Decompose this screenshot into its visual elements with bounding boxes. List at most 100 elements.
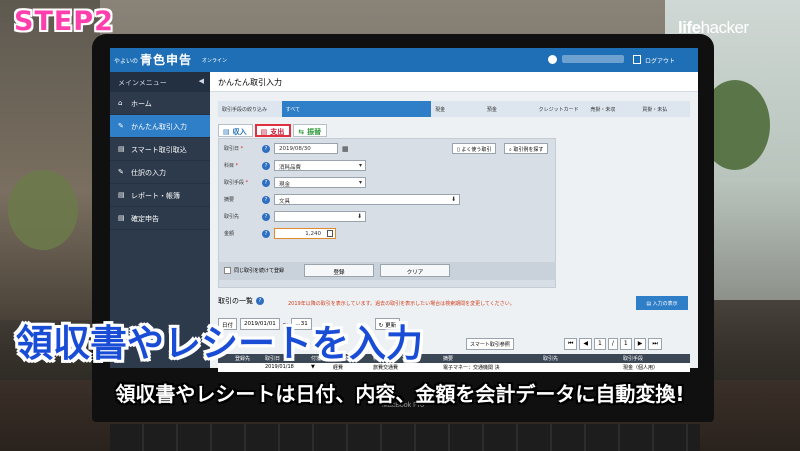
cell-summary: 電子マネー：交通機関 決 xyxy=(443,365,500,371)
step-badge: STEP2 xyxy=(14,6,114,37)
brand-online: オンライン xyxy=(202,58,228,64)
date-input[interactable]: 2019/08/30 xyxy=(274,143,338,154)
filter-receivable[interactable]: 売掛・未収 xyxy=(586,101,638,117)
sidebar-item-tax-return[interactable]: ▤ 確定申告 xyxy=(110,207,210,230)
first-page-button[interactable]: ⏮ xyxy=(564,338,578,350)
calculator-icon[interactable] xyxy=(327,230,333,237)
import-icon: ▤ xyxy=(118,145,125,153)
home-icon: ⌂ xyxy=(118,99,123,107)
help-icon[interactable]: ? xyxy=(256,297,264,305)
sidebar-item-smart-import[interactable]: ▤ スマート取引取込 xyxy=(110,138,210,161)
search-examples-button[interactable]: ⌕ 取引例を探す xyxy=(504,143,549,154)
sidebar-item-label: 仕訳の入力 xyxy=(131,169,166,177)
amount-row: 金額 ? 1,240 xyxy=(224,228,336,239)
journal-icon: ✎ xyxy=(118,168,124,176)
entry-tabs: ▤ 収入 ▤ 支出 ⇆ 振替 xyxy=(218,124,328,137)
favorite-transactions-button[interactable]: ▯ よく使う取引 xyxy=(452,143,497,154)
list-notice: 2019年以降の取引を表示しています。過去の取引を表示したい場合は検索期間を変更… xyxy=(288,301,515,307)
user-icon[interactable] xyxy=(548,55,557,64)
filter-credit[interactable]: クレジットカード xyxy=(535,101,587,117)
checkbox-box[interactable] xyxy=(224,267,231,274)
summary-label: 摘要 xyxy=(224,197,235,203)
arrow-down-icon: ⬇ xyxy=(450,196,456,203)
help-icon[interactable]: ? xyxy=(262,195,270,204)
method-select[interactable]: 現金 ▾ xyxy=(274,177,366,188)
continue-checkbox[interactable]: 同じ取引を続けて登録 xyxy=(224,267,284,274)
col-summary: 摘要 xyxy=(443,356,454,362)
cell-method: 現金（個人用） xyxy=(623,365,659,371)
calendar-icon[interactable]: ▦ xyxy=(342,145,349,153)
page-total: 1 xyxy=(619,338,632,350)
brand-name: 青色申告 xyxy=(140,53,193,67)
filter-payable[interactable]: 買掛・未払 xyxy=(638,101,690,117)
clear-button[interactable]: クリア xyxy=(380,264,450,277)
user-name-blurred[interactable] xyxy=(562,55,624,63)
help-icon[interactable]: ? xyxy=(262,144,270,153)
sidebar-item-reports[interactable]: ▤ レポート・帳簿 xyxy=(110,184,210,207)
tab-income[interactable]: ▤ 収入 xyxy=(218,124,253,137)
report-icon: ▤ xyxy=(118,191,125,199)
app-header: やよいの 青色申告 オンライン ログアウト xyxy=(110,48,698,72)
logout-link[interactable]: ログアウト xyxy=(645,56,675,65)
amount-label: 金額 xyxy=(224,231,235,237)
background-plant xyxy=(8,170,78,250)
category-row: 科目 * ? 消耗品費 ▾ xyxy=(224,160,366,171)
help-icon[interactable]: ? xyxy=(262,212,270,221)
arrow-down-icon: ⬇ xyxy=(356,213,362,220)
partner-row: 取引先 ? ⬇ xyxy=(224,211,366,222)
method-label: 取引手段 * xyxy=(224,180,249,186)
amount-input[interactable]: 1,240 xyxy=(274,228,336,239)
sidebar-item-home[interactable]: ⌂ ホーム xyxy=(110,92,210,115)
col-method: 取引手段 xyxy=(623,356,644,362)
sidebar-header-label: メインメニュー xyxy=(118,79,167,87)
tab-expense[interactable]: ▤ 支出 xyxy=(254,124,292,137)
lifehacker-logo: lifehacker xyxy=(678,18,749,37)
help-icon[interactable]: ? xyxy=(262,229,270,238)
transfer-icon: ⇆ xyxy=(298,127,305,136)
filter-bar: 取引手段の絞り込み すべて 現金 預金 クレジットカード 売掛・未収 買掛・未払 xyxy=(218,101,690,117)
list-title: 取引の一覧 xyxy=(218,297,253,305)
sidebar-item-journal[interactable]: ✎ 仕訳の入力 xyxy=(110,161,210,184)
category-select[interactable]: 消耗品費 ▾ xyxy=(274,160,366,171)
page-current[interactable]: 1 xyxy=(594,338,606,350)
partner-label: 取引先 xyxy=(224,214,240,220)
sidebar-item-label: レポート・帳簿 xyxy=(131,192,180,200)
chevron-left-icon[interactable]: ◀ xyxy=(199,77,204,85)
date-row: 取引日 * ? 2019/08/30 ▦ xyxy=(224,143,349,154)
caption-subtitle: 領収書やレシートは日付、内容、金額を会計データに自動変換! xyxy=(115,382,685,406)
register-button[interactable]: 登録 xyxy=(304,264,374,277)
sidebar-item-label: ホーム xyxy=(131,100,152,108)
filter-all[interactable]: すべて xyxy=(281,101,432,117)
chevron-down-icon: ▾ xyxy=(358,179,362,186)
filter-label: 取引手段の絞り込み xyxy=(222,107,268,113)
continue-label: 同じ取引を続けて登録 xyxy=(234,268,285,274)
help-icon[interactable]: ? xyxy=(262,178,270,187)
last-page-button[interactable]: ⏭ xyxy=(648,338,662,350)
document-icon: ▤ xyxy=(118,214,125,222)
sidebar-item-label: スマート取引取込 xyxy=(131,146,187,154)
tab-transfer[interactable]: ⇆ 振替 xyxy=(293,124,328,137)
partner-input[interactable]: ⬇ xyxy=(274,211,366,222)
brand-prefix: やよいの xyxy=(114,58,139,65)
logout-icon[interactable] xyxy=(633,55,641,64)
smart-reference-button[interactable]: スマート取引参照 xyxy=(466,338,514,350)
page-title: かんたん取引入力 xyxy=(210,72,698,92)
filter-cash[interactable]: 現金 xyxy=(431,101,483,117)
method-row: 取引手段 * ? 現金 ▾ xyxy=(224,177,366,188)
list-header: 取引の一覧 ? xyxy=(218,296,268,306)
headline-text: 領収書やレシートを入力 xyxy=(16,322,423,365)
show-entry-button[interactable]: ▤ 入力の表示 xyxy=(636,296,688,310)
summary-row: 摘要 ? 文具 ⬇ xyxy=(224,194,460,205)
chevron-down-icon: ▾ xyxy=(358,162,362,169)
summary-input[interactable]: 文具 ⬇ xyxy=(274,194,460,205)
next-page-button[interactable]: ▶ xyxy=(633,338,647,350)
filter-deposit[interactable]: 預金 xyxy=(483,101,535,117)
sidebar-header: メインメニュー ◀ xyxy=(110,72,210,92)
background-wall xyxy=(0,0,100,320)
sidebar-item-easy-entry[interactable]: ✎ かんたん取引入力 xyxy=(110,115,210,138)
pager: ⏮ ◀ 1 / 1 ▶ ⏭ xyxy=(564,338,662,350)
pencil-icon: ✎ xyxy=(118,122,124,130)
prev-page-button[interactable]: ◀ xyxy=(579,338,593,350)
help-icon[interactable]: ? xyxy=(262,161,270,170)
col-partner: 取引先 xyxy=(543,356,559,362)
